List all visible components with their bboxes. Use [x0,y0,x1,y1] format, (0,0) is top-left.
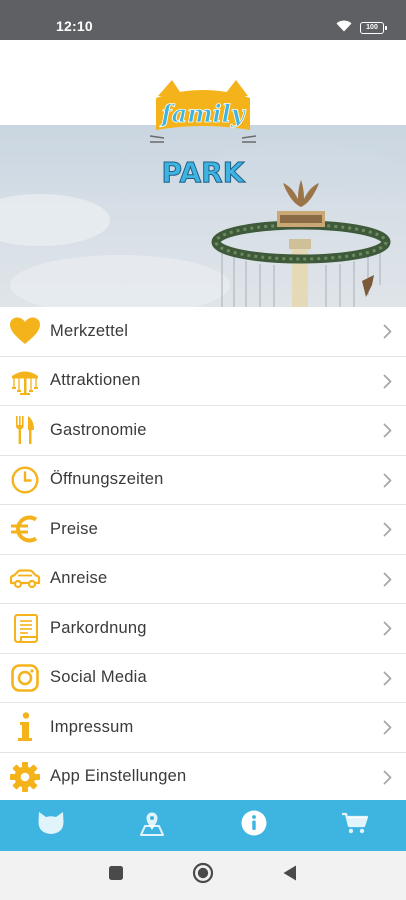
recents-button[interactable] [108,865,124,886]
status-time: 12:10 [56,18,93,34]
chevron-right-icon [383,522,392,542]
menu-label-app-einstellungen: App Einstellungen [50,767,187,786]
chevron-right-icon [383,671,392,691]
family-park-logo: family PARK [149,78,257,190]
nav-shop-button[interactable] [305,800,406,851]
menu-item-anreise[interactable]: Anreise [0,554,406,604]
menu-label-attraktionen: Attraktionen [50,371,141,390]
chevron-right-icon [383,572,392,592]
main-menu: Merkzettel Attraktionen Gastronomie Öffn… [0,307,406,802]
nav-info-button[interactable] [203,800,305,851]
menu-item-attraktionen[interactable]: Attraktionen [0,356,406,406]
cat-face-icon [37,811,65,840]
chevron-right-icon [383,621,392,641]
back-button[interactable] [282,864,298,887]
euro-icon [0,505,50,554]
instagram-icon [0,653,50,702]
scroll-document-icon [0,604,50,653]
menu-item-parkordnung[interactable]: Parkordnung [0,604,406,654]
status-bar: 12:10 100 [0,0,406,40]
menu-label-merkzettel: Merkzettel [50,321,129,340]
menu-item-app-einstellungen[interactable]: App Einstellungen [0,752,406,802]
home-button[interactable] [192,862,214,889]
chevron-right-icon [383,324,392,344]
svg-text:family: family [159,99,247,128]
menu-label-social-media: Social Media [50,668,147,687]
chevron-right-icon [383,720,392,740]
menu-label-parkordnung: Parkordnung [50,618,147,637]
wifi-icon [336,19,352,37]
menu-label-gastronomie: Gastronomie [50,420,147,439]
chevron-right-icon [383,770,392,790]
menu-label-preise: Preise [50,519,98,538]
map-pin-icon [139,810,165,841]
carousel-icon [0,356,50,405]
menu-item-merkzettel[interactable]: Merkzettel [0,307,406,357]
battery-icon: 100 [360,22,387,34]
shopping-cart-icon [341,811,369,840]
gear-icon [0,752,50,801]
info-circle-icon [241,810,267,841]
car-icon [0,554,50,603]
menu-label-anreise: Anreise [50,569,108,588]
bottom-nav [0,800,406,851]
status-icons: 100 [336,19,387,37]
menu-item-impressum[interactable]: Impressum [0,703,406,753]
menu-label-oeffnungszeiten: Öffnungszeiten [50,470,164,489]
nav-map-button[interactable] [102,800,204,851]
info-icon [0,703,50,752]
svg-text:PARK: PARK [162,156,246,188]
heart-icon [0,307,50,356]
nav-home-button[interactable] [0,800,102,851]
clock-icon [0,455,50,504]
system-nav-bar [0,851,406,900]
menu-item-gastronomie[interactable]: Gastronomie [0,406,406,456]
chevron-right-icon [383,473,392,493]
menu-item-preise[interactable]: Preise [0,505,406,555]
chevron-right-icon [383,423,392,443]
menu-item-oeffnungszeiten[interactable]: Öffnungszeiten [0,455,406,505]
menu-label-impressum: Impressum [50,717,134,736]
menu-item-social-media[interactable]: Social Media [0,653,406,703]
header: family PARK [0,40,406,307]
fork-knife-icon [0,406,50,455]
chevron-right-icon [383,374,392,394]
